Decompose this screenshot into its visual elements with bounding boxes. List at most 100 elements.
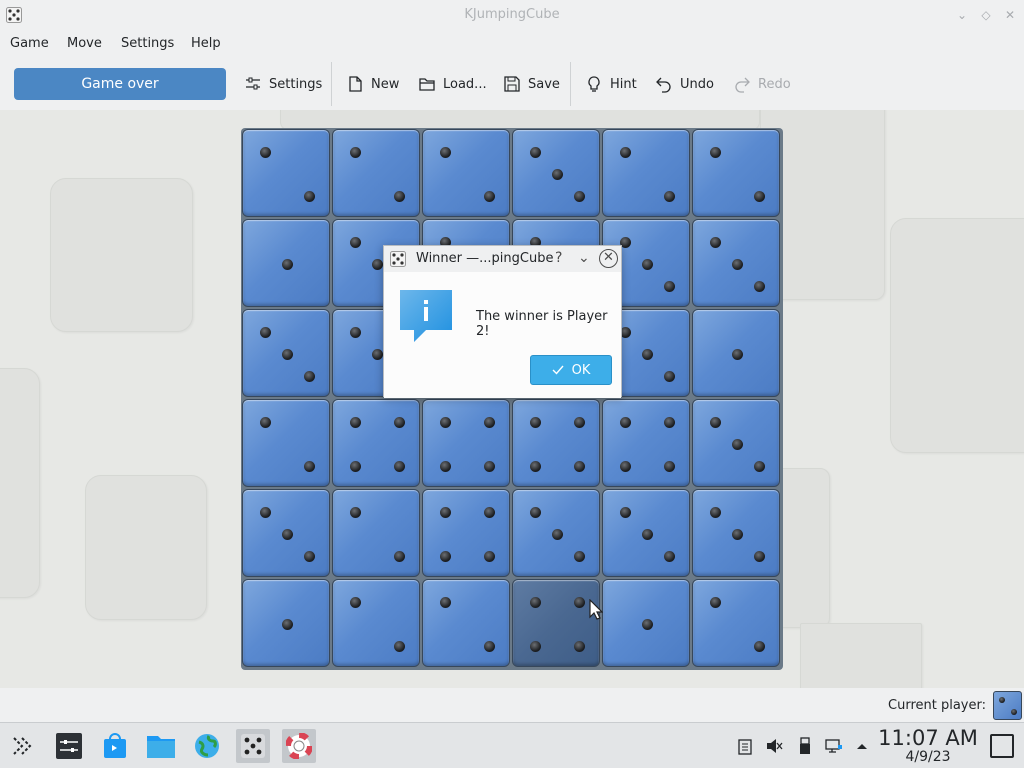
cube-r2-c5[interactable]: [692, 309, 780, 397]
cube-pip: [529, 146, 541, 158]
cube-r3-c2[interactable]: [422, 399, 510, 487]
save-button[interactable]: Save: [503, 72, 560, 96]
cube-r5-c3[interactable]: [512, 579, 600, 667]
redo-label: Redo: [758, 76, 791, 92]
cube-pip: [303, 460, 315, 472]
redo-button[interactable]: Redo: [733, 72, 791, 96]
cube-pip: [281, 618, 293, 630]
clipboard-icon[interactable]: [736, 737, 754, 755]
cube-r3-c0[interactable]: [242, 399, 330, 487]
close-icon[interactable]: ✕: [1002, 7, 1018, 23]
cube-r5-c4[interactable]: [602, 579, 690, 667]
discover-store-icon[interactable]: [98, 729, 132, 763]
cube-r4-c0[interactable]: [242, 489, 330, 577]
cube-pip: [281, 258, 293, 270]
cube-pip: [393, 640, 405, 652]
toolbar-separator: [570, 62, 571, 106]
background-decoration: [0, 368, 40, 598]
cube-pip: [753, 190, 765, 202]
cube-pip: [393, 460, 405, 472]
settings-button[interactable]: Settings: [244, 72, 322, 96]
minimize-icon[interactable]: ⌄: [954, 7, 970, 23]
cube-r0-c0[interactable]: [242, 129, 330, 217]
background-decoration: [85, 475, 207, 620]
cube-r4-c4[interactable]: [602, 489, 690, 577]
cube-r1-c5[interactable]: [692, 219, 780, 307]
cube-r5-c5[interactable]: [692, 579, 780, 667]
cube-pip: [573, 190, 585, 202]
hint-button[interactable]: Hint: [585, 72, 637, 96]
kjumpingcube-app-icon: [390, 251, 406, 267]
game-area: [0, 110, 1024, 688]
volume-muted-icon[interactable]: [765, 737, 783, 755]
menu-help[interactable]: Help: [191, 36, 221, 51]
cube-r5-c1[interactable]: [332, 579, 420, 667]
cube-r4-c2[interactable]: [422, 489, 510, 577]
menubar: Game Move Settings Help: [0, 32, 1024, 56]
cube-r4-c5[interactable]: [692, 489, 780, 577]
game-status-button[interactable]: Game over: [14, 68, 226, 100]
menu-settings[interactable]: Settings: [121, 36, 174, 51]
cube-r3-c1[interactable]: [332, 399, 420, 487]
cube-r0-c1[interactable]: [332, 129, 420, 217]
undo-button[interactable]: Undo: [655, 72, 714, 96]
cube-r5-c2[interactable]: [422, 579, 510, 667]
clock-time[interactable]: 11:07 AM: [878, 726, 978, 750]
cube-pip: [641, 528, 653, 540]
background-decoration: [890, 218, 1024, 453]
checkmark-icon: [552, 365, 564, 375]
settings-label: Settings: [269, 76, 323, 92]
dialog-title: Winner —...pingCube: [416, 251, 554, 266]
cube-r3-c5[interactable]: [692, 399, 780, 487]
cube-pip: [303, 550, 315, 562]
tray-expand-arrow-icon[interactable]: [853, 737, 871, 755]
load-button[interactable]: Load...: [418, 72, 487, 96]
show-desktop-icon[interactable]: [990, 734, 1014, 758]
cube-r2-c0[interactable]: [242, 309, 330, 397]
cube-r0-c5[interactable]: [692, 129, 780, 217]
usb-device-icon[interactable]: [796, 737, 814, 755]
cube-pip: [573, 550, 585, 562]
cube-r5-c0[interactable]: [242, 579, 330, 667]
cube-r3-c3[interactable]: [512, 399, 600, 487]
background-decoration: [800, 623, 922, 688]
kjumpingcube-task-icon[interactable]: [236, 729, 270, 763]
menu-move[interactable]: Move: [67, 36, 102, 51]
cube-r4-c1[interactable]: [332, 489, 420, 577]
cube-pip: [573, 640, 585, 652]
clock-date[interactable]: 4/9/23: [878, 749, 978, 765]
file-manager-icon[interactable]: [144, 729, 178, 763]
cube-pip: [349, 506, 361, 518]
cube-pip: [349, 596, 361, 608]
cube-pip: [709, 236, 721, 248]
cube-r0-c2[interactable]: [422, 129, 510, 217]
new-button[interactable]: New: [346, 72, 399, 96]
cube-r0-c4[interactable]: [602, 129, 690, 217]
cube-r4-c3[interactable]: [512, 489, 600, 577]
cube-pip: [709, 506, 721, 518]
system-settings-icon[interactable]: [52, 729, 86, 763]
cube-pip: [709, 146, 721, 158]
cube-pip: [393, 190, 405, 202]
settings-sliders-icon: [246, 77, 260, 90]
cube-pip: [709, 596, 721, 608]
network-wired-icon[interactable]: [825, 737, 843, 755]
cube-pip: [573, 596, 585, 608]
dialog-close-icon[interactable]: ✕: [599, 249, 618, 268]
maximize-icon[interactable]: ◇: [978, 7, 994, 23]
ok-button[interactable]: OK: [530, 355, 612, 385]
cube-pip: [483, 640, 495, 652]
cube-r0-c3[interactable]: [512, 129, 600, 217]
dialog-body: The winner is Player 2! OK: [384, 272, 621, 398]
cube-r3-c4[interactable]: [602, 399, 690, 487]
menu-game[interactable]: Game: [10, 36, 49, 51]
cube-pip: [349, 460, 361, 472]
web-browser-icon[interactable]: [190, 729, 224, 763]
help-icon[interactable]: ?: [555, 250, 562, 266]
hint-label: Hint: [610, 76, 637, 92]
cube-r1-c0[interactable]: [242, 219, 330, 307]
application-launcher-icon[interactable]: [5, 729, 39, 763]
cube-pip: [529, 640, 541, 652]
chevron-down-icon[interactable]: ⌄: [578, 250, 590, 266]
help-center-icon[interactable]: [282, 729, 316, 763]
